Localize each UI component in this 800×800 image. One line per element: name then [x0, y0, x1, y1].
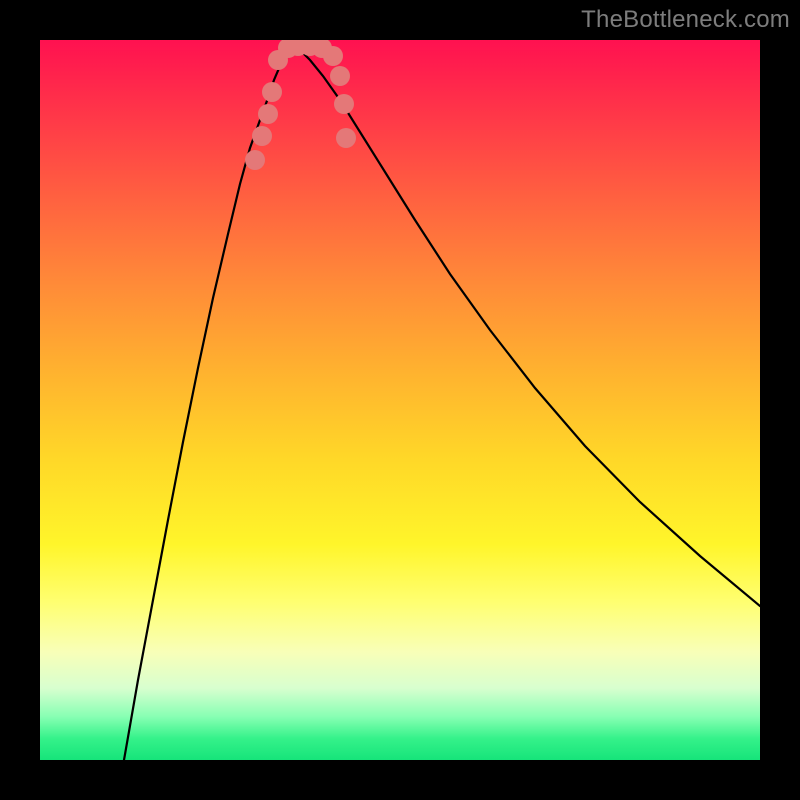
- data-dot: [262, 82, 282, 102]
- data-dot: [336, 128, 356, 148]
- watermark-text: TheBottleneck.com: [581, 6, 790, 34]
- chart-frame: TheBottleneck.com: [0, 0, 800, 800]
- plot-area: [40, 40, 760, 760]
- data-dot: [323, 46, 343, 66]
- data-dot: [258, 104, 278, 124]
- data-dot: [245, 150, 265, 170]
- data-dot: [334, 94, 354, 114]
- dots-group: [245, 40, 356, 170]
- left-curve: [124, 44, 292, 760]
- data-dot: [330, 66, 350, 86]
- right-curve: [292, 44, 760, 606]
- data-dot: [252, 126, 272, 146]
- chart-svg: [40, 40, 760, 760]
